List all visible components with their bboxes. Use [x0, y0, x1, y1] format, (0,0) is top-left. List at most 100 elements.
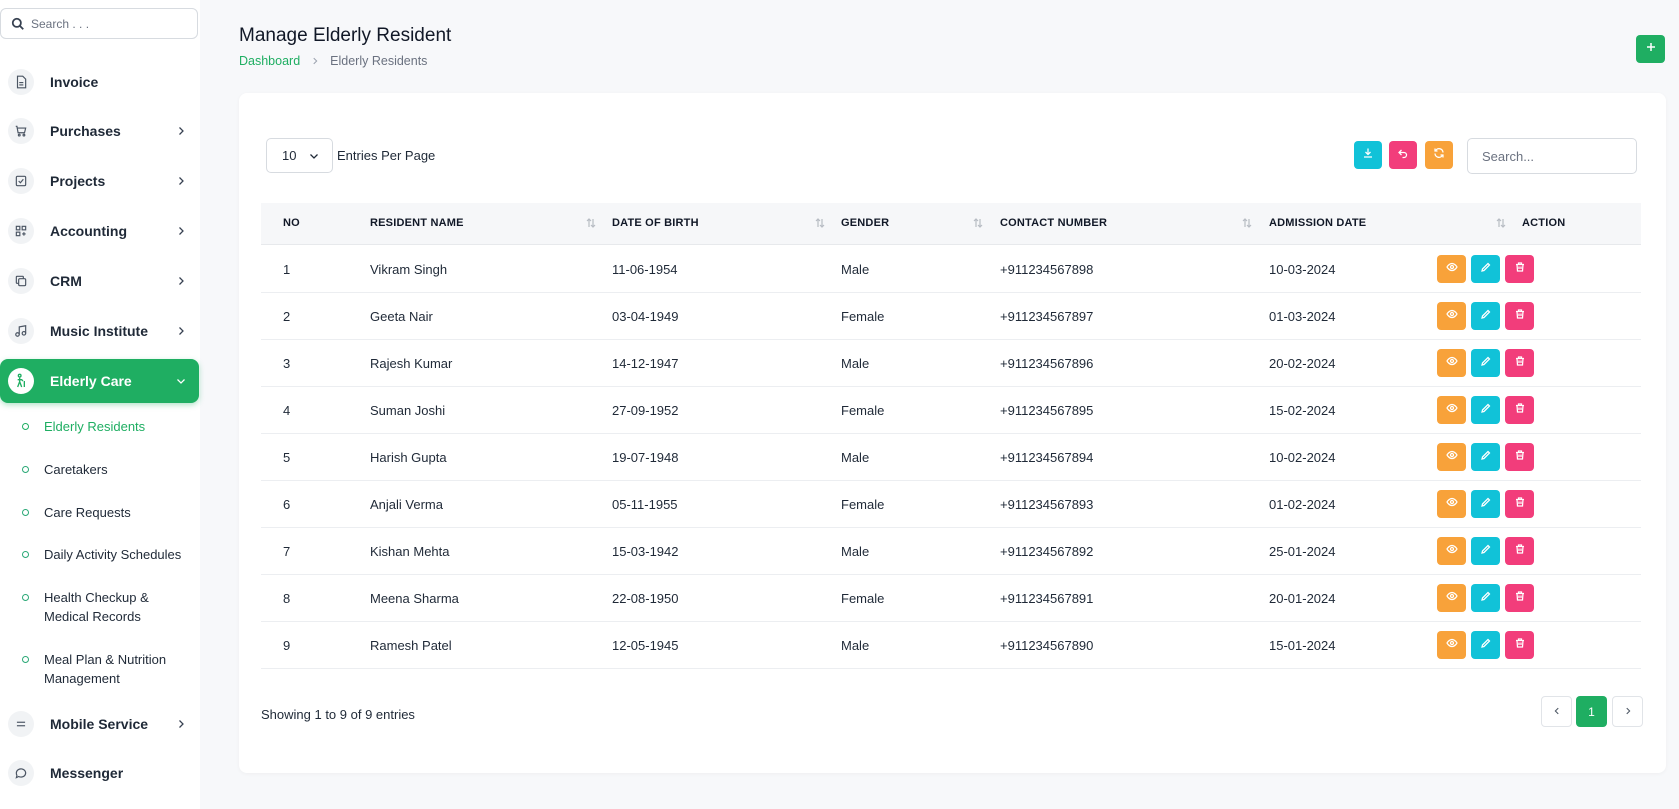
- download-button[interactable]: [1354, 141, 1382, 169]
- edit-button[interactable]: [1471, 443, 1500, 471]
- sidebar-search-input[interactable]: [31, 16, 181, 31]
- cell-dob: 27-09-1952: [612, 403, 679, 418]
- sidebar-item-mobile-service[interactable]: Mobile Service: [0, 702, 199, 746]
- view-button[interactable]: [1437, 302, 1466, 330]
- sidebar-item-messenger[interactable]: Messenger: [0, 751, 199, 795]
- sidebar-item-crm[interactable]: CRM: [0, 259, 199, 303]
- sidebar-item-accounting[interactable]: Accounting: [0, 209, 199, 253]
- trash-icon: [1514, 307, 1526, 325]
- sort-icon[interactable]: [1242, 217, 1252, 229]
- entries-per-page-label: Entries Per Page: [337, 148, 436, 163]
- sidebar-subitem-caretakers[interactable]: Caretakers: [20, 460, 198, 480]
- trash-icon: [1514, 589, 1526, 607]
- view-button[interactable]: [1437, 490, 1466, 518]
- plus-icon: [1645, 40, 1657, 58]
- sidebar-subitem-meal-plan[interactable]: Meal Plan & Nutrition Management: [20, 650, 198, 690]
- cell-admission: 01-02-2024: [1269, 497, 1336, 512]
- column-header-contact-number[interactable]: CONTACT NUMBER: [1000, 217, 1107, 229]
- sidebar-item-invoice[interactable]: Invoice: [0, 60, 199, 104]
- pagination-prev-button[interactable]: [1541, 696, 1572, 727]
- edit-button[interactable]: [1471, 349, 1500, 377]
- entries-value: 10: [282, 148, 297, 163]
- cell-dob: 11-06-1954: [612, 262, 678, 277]
- sidebar-subitem-label: Elderly Residents: [44, 419, 146, 434]
- cell-dob: 05-11-1955: [612, 497, 678, 512]
- cell-gender: Male: [841, 262, 870, 277]
- edit-button[interactable]: [1471, 537, 1500, 565]
- view-button[interactable]: [1437, 349, 1466, 377]
- cell-gender: Female: [841, 497, 885, 512]
- pencil-icon: [1480, 589, 1492, 607]
- entries-per-page-select[interactable]: 10: [266, 138, 333, 173]
- pencil-icon: [1480, 260, 1492, 278]
- chevron-down-icon: [175, 375, 187, 387]
- sort-icon[interactable]: [586, 217, 596, 229]
- sort-icon[interactable]: [973, 217, 983, 229]
- column-header-admission-date[interactable]: ADMISSION DATE: [1269, 217, 1366, 229]
- delete-button[interactable]: [1505, 443, 1534, 471]
- sidebar-item-purchases[interactable]: Purchases: [0, 109, 199, 153]
- delete-button[interactable]: [1505, 255, 1534, 283]
- sidebar-subitem-care-requests[interactable]: Care Requests: [20, 503, 198, 523]
- undo-button[interactable]: [1389, 141, 1417, 169]
- sort-icon[interactable]: [1496, 217, 1506, 229]
- chevron-right-icon: [310, 56, 320, 66]
- sidebar-subitem-label: Meal Plan & Nutrition Management: [44, 652, 167, 686]
- eye-icon: [1445, 354, 1458, 372]
- view-button[interactable]: [1437, 537, 1466, 565]
- column-header-no[interactable]: NO: [283, 217, 300, 229]
- cell-no: 3: [283, 356, 291, 371]
- edit-button[interactable]: [1471, 302, 1500, 330]
- delete-button[interactable]: [1505, 490, 1534, 518]
- bullet-icon: [22, 656, 29, 663]
- table-row: 1 Vikram Singh 11-06-1954 Male +911234567898…: [261, 246, 1641, 293]
- edit-button[interactable]: [1471, 631, 1500, 659]
- chevron-down-icon: [308, 150, 320, 162]
- view-button[interactable]: [1437, 255, 1466, 283]
- breadcrumb-dashboard-link[interactable]: Dashboard: [239, 54, 300, 68]
- column-header-gender[interactable]: GENDER: [841, 217, 889, 229]
- delete-button[interactable]: [1505, 396, 1534, 424]
- delete-button[interactable]: [1505, 349, 1534, 377]
- sidebar-item-projects[interactable]: Projects: [0, 159, 199, 203]
- delete-button[interactable]: [1505, 302, 1534, 330]
- view-button[interactable]: [1437, 396, 1466, 424]
- view-button[interactable]: [1437, 631, 1466, 659]
- sidebar-item-label: Purchases: [50, 123, 121, 139]
- pencil-icon: [1480, 354, 1492, 372]
- add-resident-button[interactable]: [1636, 35, 1665, 63]
- edit-button[interactable]: [1471, 255, 1500, 283]
- chevron-right-icon: [175, 175, 187, 187]
- sidebar-item-elderly-care[interactable]: Elderly Care: [0, 359, 199, 403]
- sort-icon[interactable]: [815, 217, 825, 229]
- cell-admission: 15-02-2024: [1269, 403, 1336, 418]
- table-search-input[interactable]: [1467, 138, 1637, 174]
- view-button[interactable]: [1437, 443, 1466, 471]
- sidebar-item-music-institute[interactable]: Music Institute: [0, 309, 199, 353]
- edit-button[interactable]: [1471, 584, 1500, 612]
- pencil-icon: [1480, 448, 1492, 466]
- cell-name: Rajesh Kumar: [370, 356, 453, 371]
- cell-gender: Male: [841, 450, 870, 465]
- sidebar-subitem-daily-activity-schedules[interactable]: Daily Activity Schedules: [20, 545, 198, 565]
- cart-icon: [8, 118, 34, 144]
- cell-name: Vikram Singh: [370, 262, 448, 277]
- pagination-next-button[interactable]: [1612, 696, 1643, 727]
- sidebar-subitem-health-checkup[interactable]: Health Checkup & Medical Records: [20, 588, 198, 628]
- delete-button[interactable]: [1505, 631, 1534, 659]
- sidebar-item-label: Accounting: [50, 223, 127, 239]
- sidebar-search[interactable]: [0, 8, 198, 39]
- cell-contact: +911234567895: [1000, 403, 1094, 418]
- delete-button[interactable]: [1505, 584, 1534, 612]
- edit-button[interactable]: [1471, 396, 1500, 424]
- view-button[interactable]: [1437, 584, 1466, 612]
- refresh-button[interactable]: [1425, 141, 1453, 169]
- sidebar-subitem-label: Daily Activity Schedules: [44, 547, 182, 562]
- column-header-resident-name[interactable]: RESIDENT NAME: [370, 217, 464, 229]
- cell-contact: +911234567894: [1000, 450, 1094, 465]
- delete-button[interactable]: [1505, 537, 1534, 565]
- pagination-page-button[interactable]: 1: [1576, 696, 1607, 727]
- edit-button[interactable]: [1471, 490, 1500, 518]
- column-header-date-of-birth[interactable]: DATE OF BIRTH: [612, 217, 699, 229]
- sidebar-subitem-elderly-residents[interactable]: Elderly Residents: [20, 417, 198, 437]
